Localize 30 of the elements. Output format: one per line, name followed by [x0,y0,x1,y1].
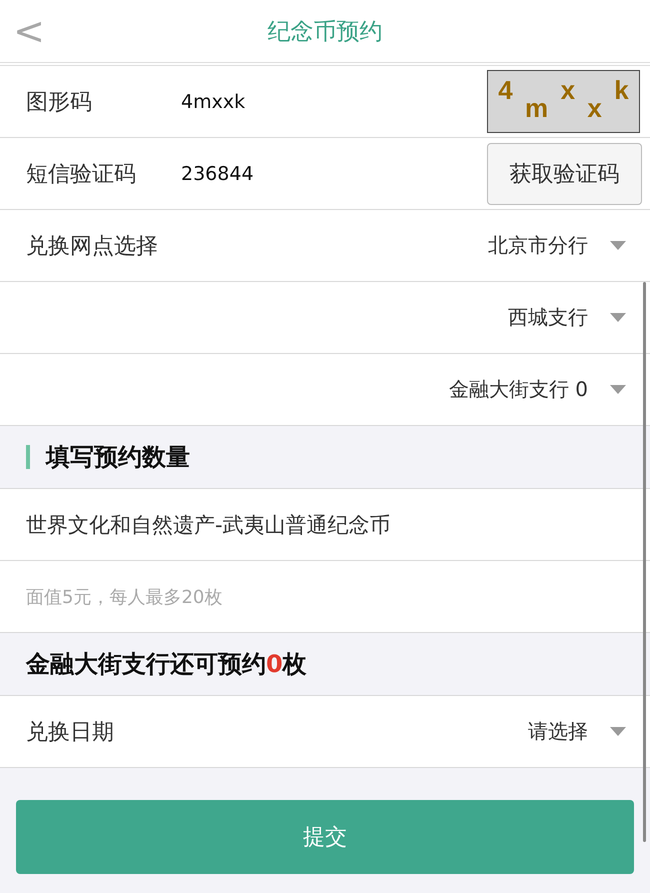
dropdown[interactable]: 请选择 [528,718,640,745]
accent-bar [26,445,30,469]
dropdown-caret-icon [610,385,626,394]
page-title: 纪念币预约 [266,18,384,46]
captcha-character: x [560,75,576,107]
captcha-character: x [587,93,602,125]
dropdown-value: 西城支行 [508,304,588,331]
captcha-character: 4 [498,75,513,107]
field-label: 图形码 [26,88,93,116]
dropdown-caret-icon [610,727,626,736]
dropdown[interactable]: 北京市分行 [488,232,640,259]
dropdown-value: 金融大街支行 0 [448,376,588,403]
dropdown-value: 请选择 [528,718,588,745]
input-field[interactable]: 236844 [181,162,487,184]
field-label: 兑换日期 [26,718,115,746]
field-label: 兑换网点选择 [26,232,159,260]
dropdown[interactable]: 金融大街支行 0 [448,376,640,403]
captcha-character: k [614,75,629,107]
field-label: 短信验证码 [26,160,137,188]
dropdown-value: 北京市分行 [488,232,588,259]
availability-text: 金融大街支行还可预约0枚 [26,649,307,680]
dropdown-caret-icon [610,313,626,322]
captcha-character: m [525,93,548,125]
section-title: 填写预约数量 [46,442,190,473]
coin-note: 面值5元，每人最多20枚 [26,586,222,608]
input-field[interactable]: 4mxxk [181,90,487,112]
dropdown-caret-icon [610,241,626,250]
get-code-button[interactable]: 获取验证码 [487,142,642,204]
coin-name: 世界文化和自然遗产-武夷山普通纪念币 [26,512,391,538]
dropdown[interactable]: 西城支行 [508,304,640,331]
